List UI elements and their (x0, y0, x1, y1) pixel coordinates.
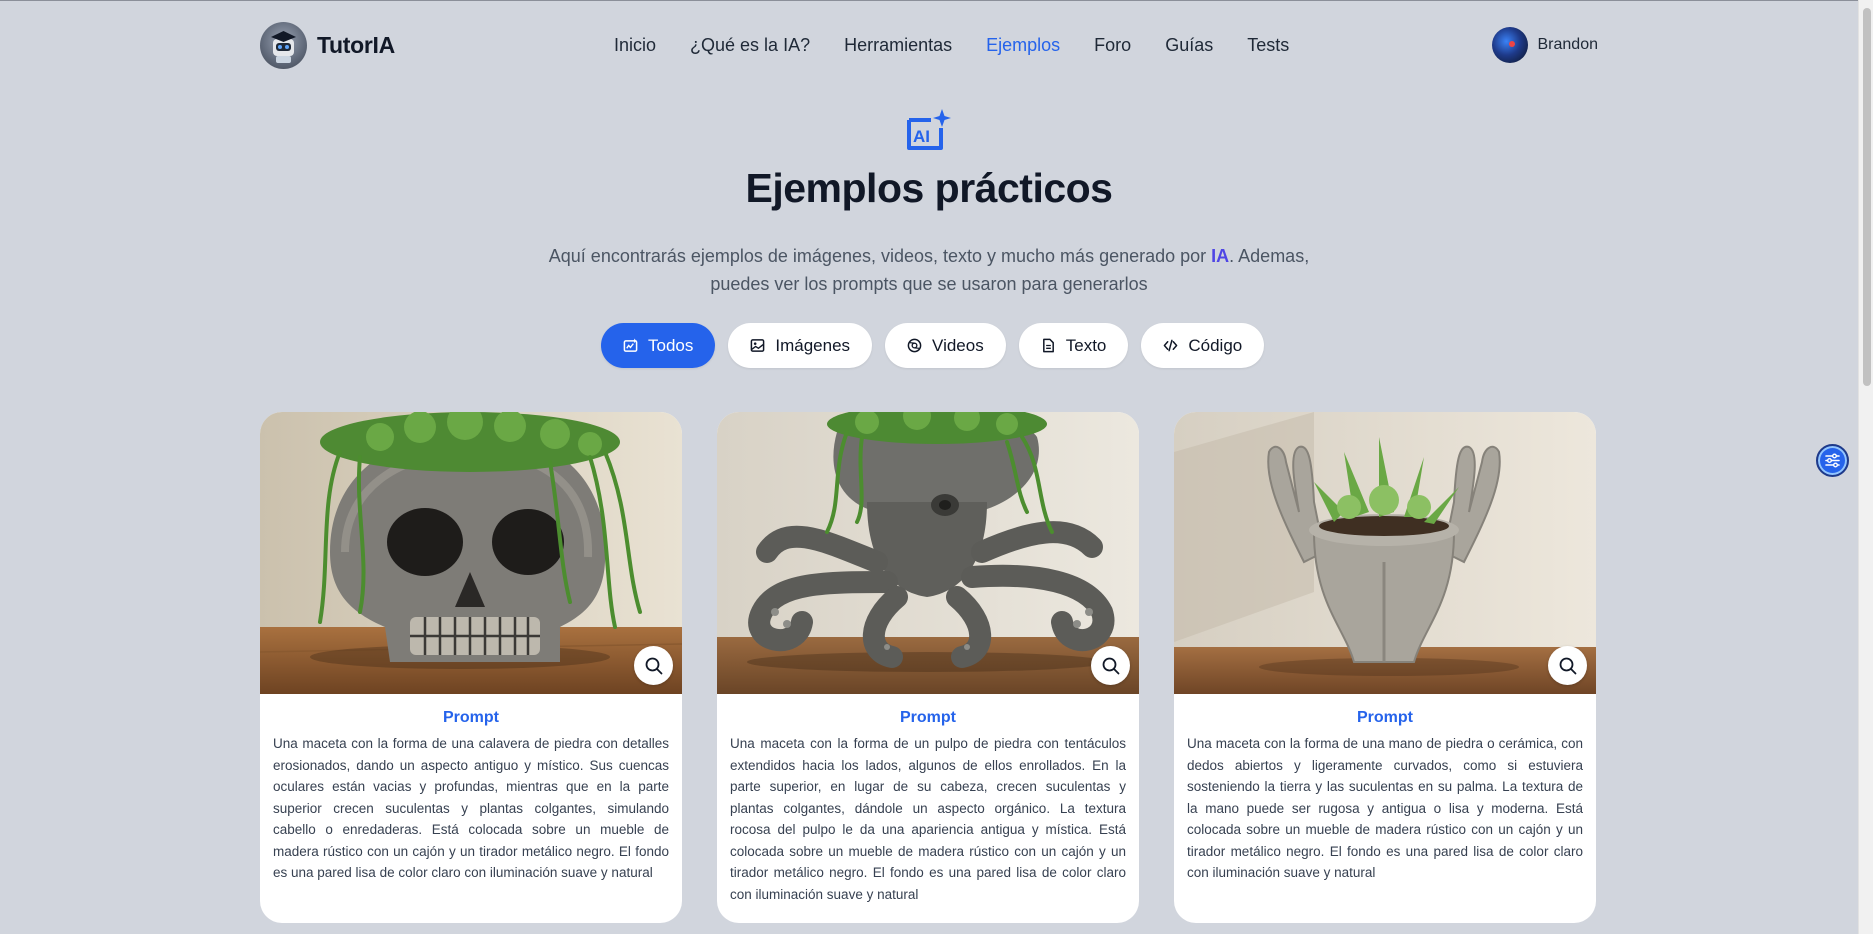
nav-link-ejemplos[interactable]: Ejemplos (969, 35, 1077, 56)
filter-bar: Todos Imágenes Videos Texto Código (601, 323, 1265, 368)
vertical-scrollbar[interactable] (1858, 0, 1873, 934)
user-menu[interactable]: Brandon (1491, 27, 1599, 63)
top-border (0, 0, 1873, 1)
filter-todos[interactable]: Todos (601, 323, 716, 368)
navbar: TutorIA Inicio ¿Qué es la IA? Herramient… (260, 18, 1598, 72)
settings-sliders-button[interactable] (1816, 444, 1849, 477)
search-icon (1559, 657, 1576, 674)
prompt-heading: Prompt (443, 709, 499, 726)
nav-link-herramientas[interactable]: Herramientas (827, 35, 969, 56)
filter-texto[interactable]: Texto (1018, 323, 1129, 368)
filter-label: Texto (1065, 335, 1107, 355)
zoom-button[interactable] (634, 646, 673, 685)
robot-logo-icon (260, 21, 307, 69)
prompt-heading: Prompt (900, 709, 956, 726)
user-name: Brandon (1537, 36, 1599, 53)
filter-label: Todos (648, 335, 694, 355)
nav-link-guias[interactable]: Guías (1148, 35, 1230, 56)
search-icon (1102, 657, 1119, 674)
filter-label: Videos (932, 335, 984, 355)
zoom-button[interactable] (1548, 646, 1587, 685)
subtitle-text-start: Aquí encontrarás ejemplos de imágenes, v… (548, 246, 1212, 266)
brand[interactable]: TutorIA (260, 21, 395, 69)
page-subtitle: Aquí encontrarás ejemplos de imágenes, v… (520, 242, 1338, 298)
example-card: Prompt Una maceta con la forma de un pul… (717, 412, 1139, 923)
example-card: Prompt Una maceta con la forma de una ma… (1174, 412, 1596, 923)
scrollbar-thumb[interactable] (1863, 8, 1871, 386)
nav-link-inicio[interactable]: Inicio (597, 35, 673, 56)
filter-codigo[interactable]: Código (1141, 323, 1265, 368)
search-icon (645, 657, 662, 674)
nav-link-que-es-la-ia[interactable]: ¿Qué es la IA? (673, 35, 827, 56)
page-title: Ejemplos prácticos (745, 165, 1113, 211)
example-card: Prompt Una maceta con la forma de una ca… (260, 412, 682, 923)
nav-link-foro[interactable]: Foro (1077, 35, 1148, 56)
avatar (1491, 27, 1528, 63)
sliders-icon (1825, 453, 1840, 468)
zoom-button[interactable] (1091, 646, 1130, 685)
filter-label: Imágenes (775, 335, 851, 355)
subtitle-highlight: IA (1211, 246, 1230, 266)
example-image-octopus-planter[interactable] (717, 412, 1139, 694)
all-icon (623, 338, 638, 352)
prompt-text: Una maceta con la forma de una mano de p… (1187, 736, 1583, 880)
video-icon (907, 338, 922, 353)
prompt-heading: Prompt (1357, 709, 1413, 726)
filter-imagenes[interactable]: Imágenes (728, 323, 873, 368)
examples-grid: Prompt Una maceta con la forma de una ca… (260, 412, 1596, 923)
image-icon (751, 339, 765, 352)
document-icon (1042, 338, 1054, 353)
main-nav: Inicio ¿Qué es la IA? Herramientas Ejemp… (597, 35, 1306, 56)
filter-label: Código (1188, 335, 1243, 355)
nav-link-tests[interactable]: Tests (1230, 35, 1306, 56)
code-icon (1164, 339, 1178, 352)
svg-text:AI: AI (913, 127, 930, 146)
example-image-skull-planter[interactable] (260, 412, 682, 694)
filter-videos[interactable]: Videos (885, 323, 1006, 368)
brand-name: TutorIA (317, 31, 395, 58)
prompt-text: Una maceta con la forma de una calavera … (273, 736, 669, 880)
prompt-text: Una maceta con la forma de un pulpo de p… (730, 736, 1126, 902)
example-image-hand-planter[interactable] (1174, 412, 1596, 694)
ai-sparkle-icon: AI (905, 108, 951, 152)
